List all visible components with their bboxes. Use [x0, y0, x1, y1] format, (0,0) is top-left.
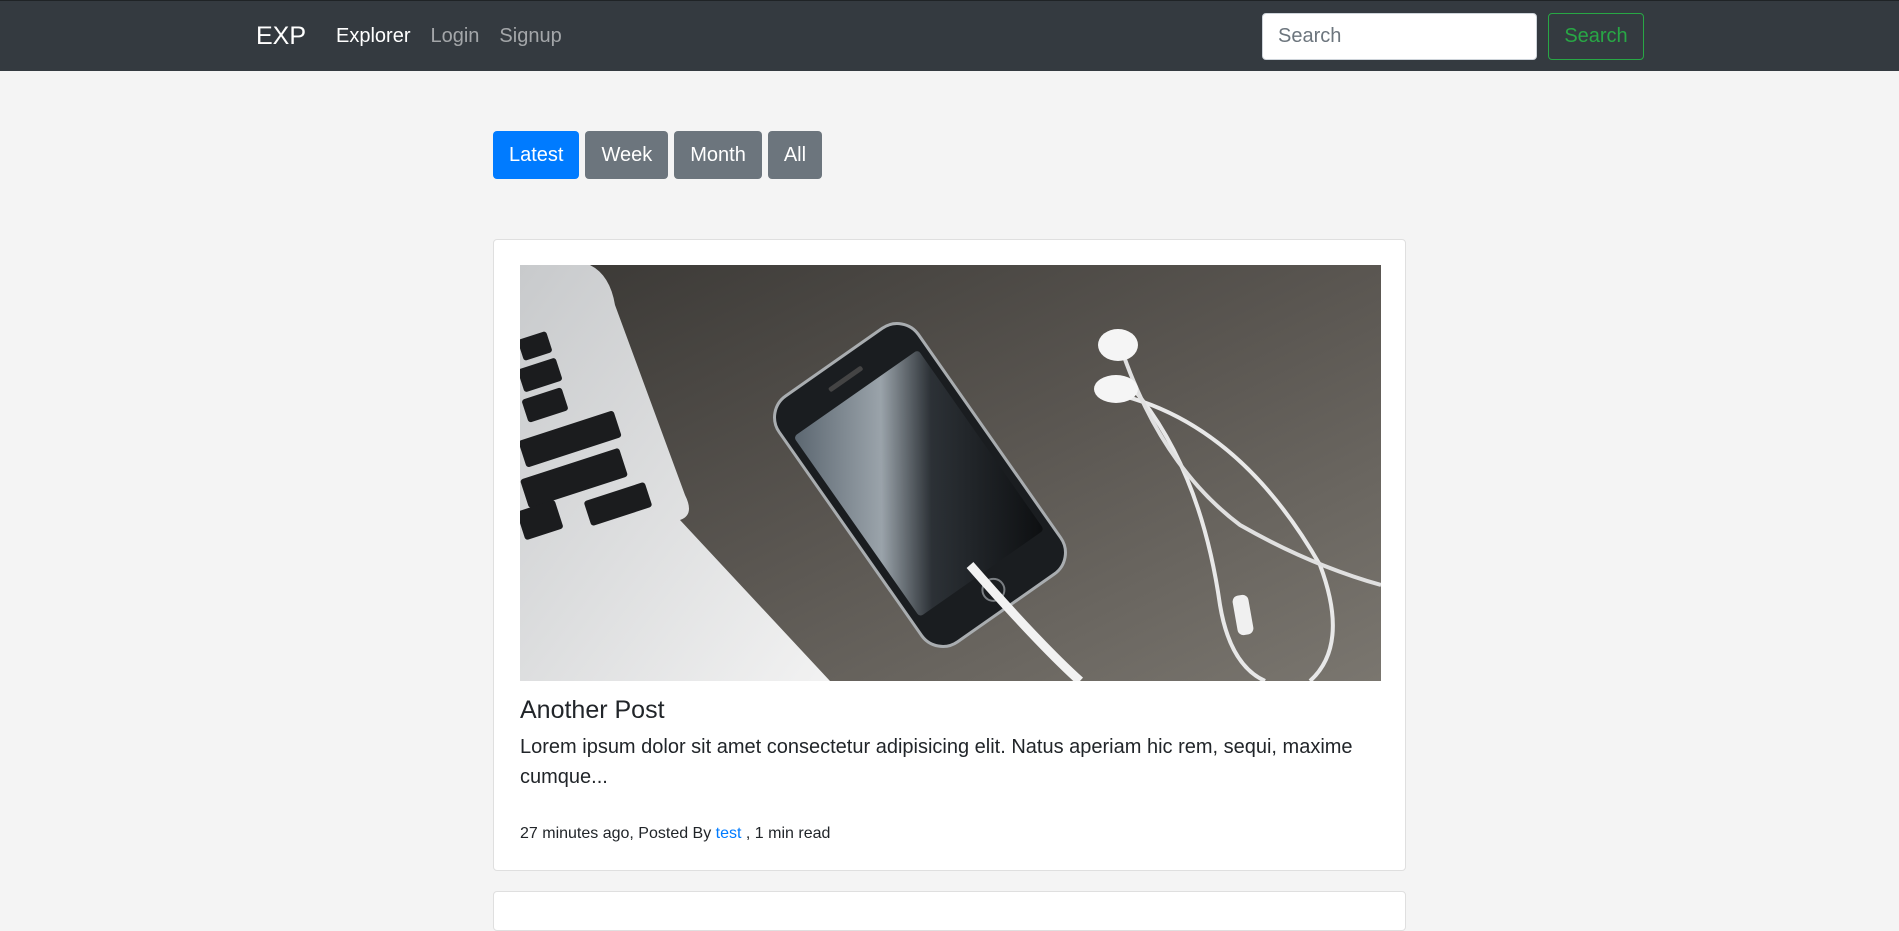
nav-link-signup[interactable]: Signup — [499, 23, 561, 49]
nav-link-login[interactable]: Login — [430, 23, 479, 49]
post-excerpt: Lorem ipsum dolor sit amet consectetur a… — [520, 736, 1353, 788]
nav-link-explorer[interactable]: Explorer — [336, 23, 410, 49]
next-post-card — [493, 891, 1406, 931]
filter-month-button[interactable]: Month — [674, 131, 762, 179]
nav-links: Explorer Login Signup — [336, 23, 562, 49]
post-time: 27 minutes ago, Posted By — [520, 825, 716, 842]
post-title[interactable]: Another Post — [520, 694, 665, 726]
filter-all-button[interactable]: All — [767, 131, 823, 179]
search-button[interactable]: Search — [1548, 13, 1644, 60]
post-read-time: , 1 min read — [745, 825, 831, 842]
post-author-link[interactable]: test — [716, 825, 746, 842]
filter-latest-button[interactable]: Latest — [493, 131, 580, 179]
post-card: Another Post Lorem ipsum dolor sit amet … — [493, 239, 1406, 871]
post-meta: 27 minutes ago, Posted By test , 1 min r… — [520, 824, 830, 844]
brand-logo[interactable]: EXP — [256, 21, 306, 51]
top-navbar: EXP Explorer Login Signup Search — [0, 0, 1899, 71]
time-filter-group: Latest Week Month All — [493, 131, 823, 179]
post-image[interactable] — [520, 265, 1381, 681]
search-input[interactable] — [1262, 13, 1537, 60]
filter-week-button[interactable]: Week — [585, 131, 669, 179]
